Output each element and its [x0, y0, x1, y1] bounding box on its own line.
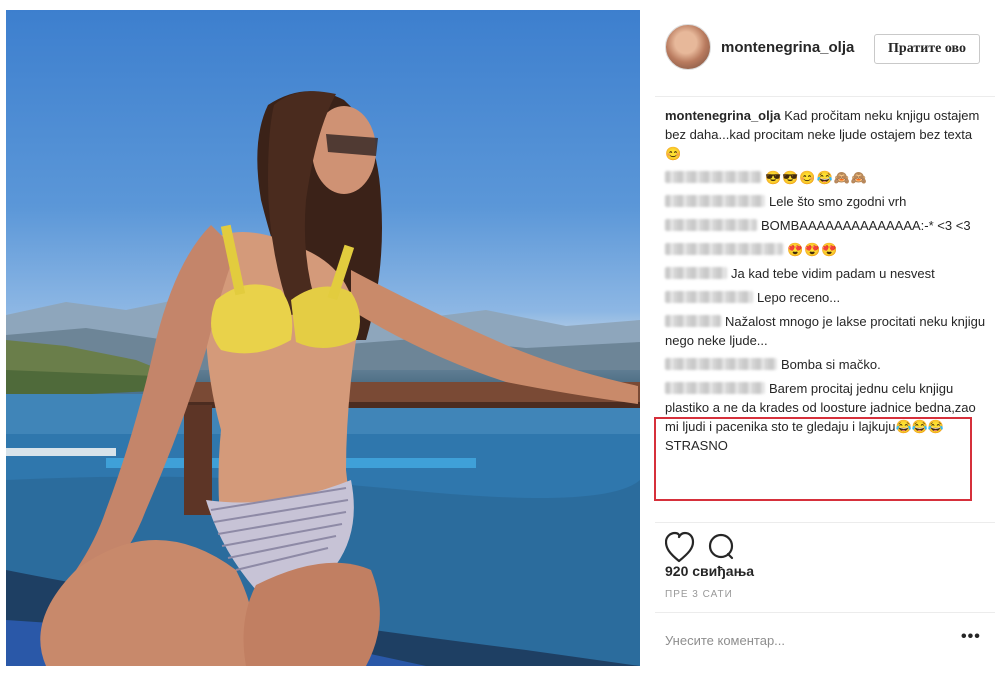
blurred-username: [665, 219, 757, 231]
highlight-box: [654, 417, 972, 501]
comment-item: Lele što smo zgodni vrh: [665, 192, 987, 211]
blurred-username: [665, 195, 765, 207]
caption-username[interactable]: montenegrina_olja: [665, 108, 781, 123]
comment-text: Lele što smo zgodni vrh: [769, 194, 907, 209]
post-time: ПРЕ 3 САТИ: [665, 589, 733, 600]
comment-item: Nažalost mnogo je lakse procitati neku k…: [665, 312, 987, 350]
comment-text: Ja kad tebe vidim padam u nesvest: [731, 266, 935, 281]
comment-item: 😍😍😍: [665, 240, 987, 259]
likes-count[interactable]: 920 свиђања: [665, 563, 754, 579]
blurred-username: [665, 358, 777, 370]
avatar[interactable]: [665, 24, 711, 70]
comment-item: Lepo receno...: [665, 288, 987, 307]
caption: montenegrina_olja Kad pročitam neku knji…: [665, 106, 987, 163]
comment-text: BOMBAAAAAAAAAAAAAA:-* <3 <3: [761, 218, 971, 233]
comment-text: 😍😍😍: [787, 242, 839, 257]
post-sidebar: montenegrina_olja Пратите ово montenegri…: [655, 10, 995, 666]
blurred-username: [665, 315, 721, 327]
divider: [655, 96, 995, 97]
more-options-icon[interactable]: •••: [961, 628, 981, 646]
post-actions: [664, 526, 765, 566]
comment-text: Lepo receno...: [757, 290, 841, 305]
photo-illustration: [6, 91, 640, 666]
comments-list: montenegrina_olja Kad pročitam neku knji…: [665, 106, 987, 460]
divider: [655, 522, 995, 523]
comment-item: Bomba si mačko.: [665, 355, 987, 374]
comment-item: BOMBAAAAAAAAAAAAAA:-* <3 <3: [665, 216, 987, 235]
comment-item: 😎😎😊😂🙈🙈: [665, 168, 987, 187]
blurred-username: [665, 267, 727, 279]
follow-button[interactable]: Пратите ово: [874, 34, 980, 64]
heart-icon[interactable]: [664, 531, 695, 563]
comment-text: 😎😎😊😂🙈🙈: [765, 170, 869, 185]
blurred-username: [665, 382, 765, 394]
divider: [655, 612, 995, 613]
blurred-username: [665, 171, 761, 183]
blurred-username: [665, 243, 783, 255]
comment-item: Ja kad tebe vidim padam u nesvest: [665, 264, 987, 283]
post-header: montenegrina_olja Пратите ово: [655, 10, 995, 90]
comment-text: Bomba si mačko.: [781, 357, 881, 372]
comment-input[interactable]: [665, 630, 925, 650]
comment-icon[interactable]: [708, 533, 734, 560]
username-link[interactable]: montenegrina_olja: [721, 39, 854, 56]
blurred-username: [665, 291, 753, 303]
post-photo[interactable]: [6, 10, 640, 666]
